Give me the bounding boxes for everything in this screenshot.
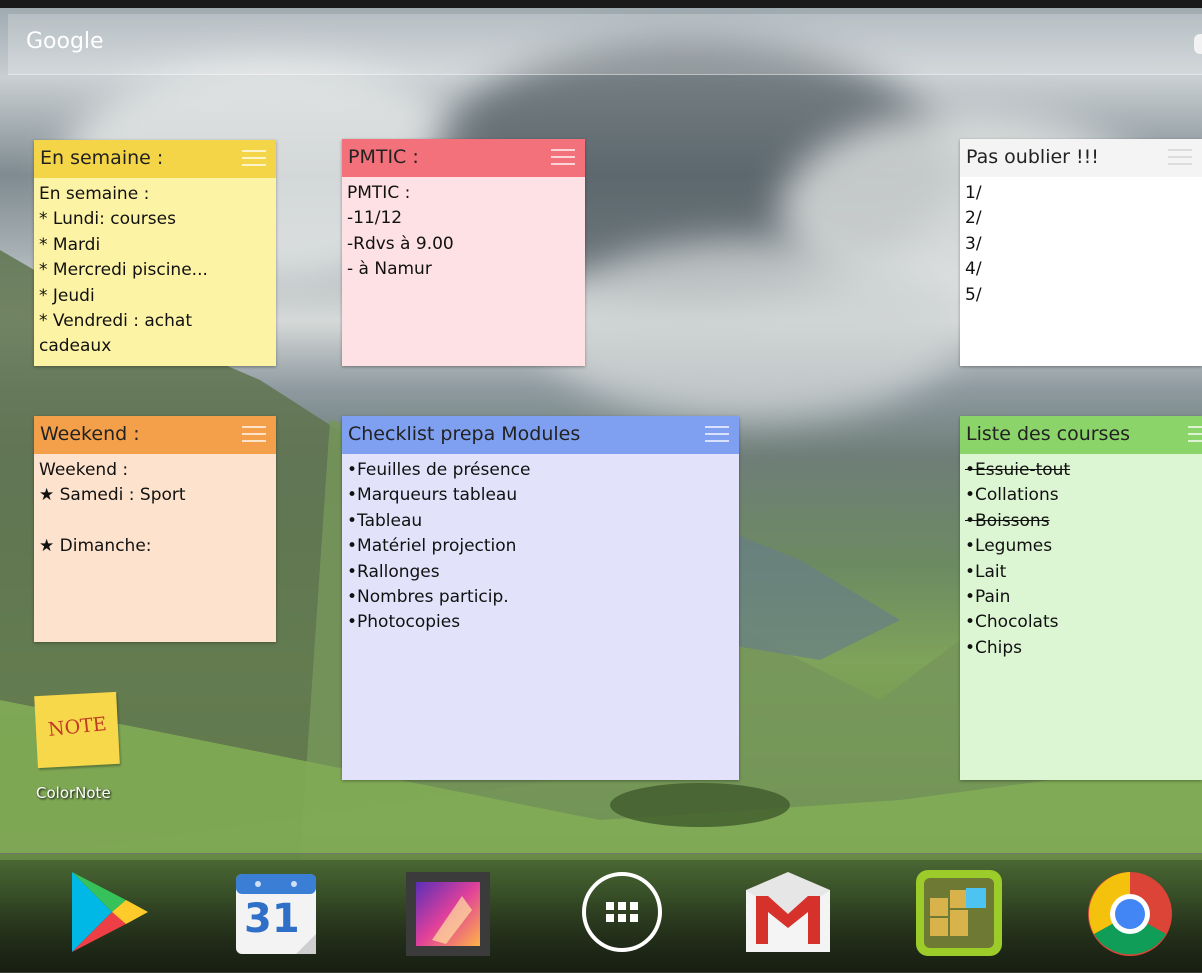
- note-line: 1/: [965, 183, 982, 203]
- status-bar: [0, 0, 1202, 8]
- menu-icon[interactable]: [242, 426, 266, 444]
- note-line: * Vendredi : achat: [39, 311, 192, 332]
- app-drawer-icon[interactable]: [576, 866, 668, 958]
- mic-icon[interactable]: [1194, 34, 1202, 54]
- note-widget-semaine[interactable]: En semaine : En semaine : * Lundi: cours…: [34, 140, 276, 366]
- note-body: PMTIC : -11/12 -Rdvs à 9.00 - à Namur: [347, 181, 581, 283]
- colornote-app-icon[interactable]: NOTE: [34, 691, 120, 769]
- note-line: 2/: [965, 208, 982, 229]
- note-header: Weekend :: [34, 416, 276, 454]
- gmail-icon[interactable]: [742, 866, 834, 958]
- checklist-item: •Nombres particip.: [347, 587, 509, 608]
- checklist-item: •Chocolats: [965, 612, 1059, 633]
- checklist-item: •Matériel projection: [347, 536, 517, 557]
- note-body: •Feuilles de présence •Marqueurs tableau…: [347, 458, 735, 636]
- note-body: •Essuie-tout •Collations •Boissons •Legu…: [965, 458, 1198, 661]
- note-widget-checklist[interactable]: Checklist prepa Modules •Feuilles de pré…: [342, 416, 739, 780]
- note-line: - à Namur: [347, 259, 432, 280]
- note-title: Weekend :: [40, 423, 140, 445]
- google-search-bar[interactable]: Google: [8, 14, 1202, 75]
- checklist-item-done: •Essuie-tout: [965, 460, 1071, 480]
- menu-icon[interactable]: [551, 149, 575, 167]
- note-line: En semaine :: [39, 184, 150, 204]
- note-widget-courses[interactable]: Liste des courses •Essuie-tout •Collatio…: [960, 416, 1202, 780]
- note-title: Liste des courses: [966, 423, 1131, 445]
- checklist-item-done: •Boissons: [965, 510, 1050, 531]
- note-line: 3/: [965, 233, 982, 254]
- checklist-item: •Lait: [965, 561, 1007, 582]
- checklist-item: •Collations: [965, 485, 1059, 506]
- note-widget-pas-oublier[interactable]: Pas oublier !!! 1/ 2/ 3/ 4/ 5/: [960, 139, 1202, 366]
- note-line: ★ Samedi : Sport: [39, 485, 186, 506]
- note-line: -11/12: [347, 208, 403, 229]
- note-line: 5/: [965, 284, 982, 305]
- checklist-item: •Marqueurs tableau: [347, 485, 518, 506]
- checklist-item: •Tableau: [347, 510, 423, 531]
- calendar-day: 31: [244, 896, 300, 942]
- note-line: Weekend :: [39, 460, 129, 480]
- note-widget-weekend[interactable]: Weekend : Weekend : ★ Samedi : Sport ★ D…: [34, 416, 276, 642]
- note-line: PMTIC :: [347, 183, 411, 203]
- note-header: PMTIC :: [342, 139, 585, 177]
- checklist-item: •Photocopies: [347, 612, 461, 633]
- menu-icon[interactable]: [242, 150, 266, 168]
- google-logo: Google: [26, 29, 104, 54]
- play-store-icon[interactable]: [62, 866, 154, 958]
- menu-icon[interactable]: [705, 426, 729, 444]
- note-line: -Rdvs à 9.00: [347, 233, 454, 254]
- checklist-item: •Chips: [965, 637, 1023, 658]
- note-line: cadeaux: [39, 336, 112, 357]
- note-header: Pas oublier !!!: [960, 139, 1202, 177]
- note-widget-pmtic[interactable]: PMTIC : PMTIC : -11/12 -Rdvs à 9.00 - à …: [342, 139, 585, 366]
- note-header: Checklist prepa Modules: [342, 416, 739, 454]
- checklist-item: •Legumes: [965, 536, 1053, 557]
- note-title: PMTIC :: [348, 146, 419, 168]
- note-line: * Lundi: courses: [39, 209, 176, 230]
- app-label[interactable]: ColorNote: [36, 784, 111, 802]
- chrome-icon[interactable]: [1084, 866, 1176, 958]
- calendar-icon[interactable]: 31: [230, 866, 322, 958]
- note-header: En semaine :: [34, 140, 276, 178]
- note-title: Checklist prepa Modules: [348, 423, 581, 445]
- menu-icon[interactable]: [1168, 149, 1192, 167]
- checklist-item: •Pain: [965, 587, 1011, 608]
- gallery-icon[interactable]: [402, 866, 494, 958]
- note-line: * Mardi: [39, 234, 101, 255]
- note-body: En semaine : * Lundi: courses * Mardi * …: [39, 182, 272, 360]
- menu-icon[interactable]: [1188, 426, 1202, 444]
- note-body: Weekend : ★ Samedi : Sport ★ Dimanche:: [39, 458, 272, 559]
- note-title: Pas oublier !!!: [966, 146, 1099, 168]
- note-title: En semaine :: [40, 147, 164, 169]
- note-line: * Jeudi: [39, 285, 95, 306]
- checklist-item: •Feuilles de présence: [347, 460, 531, 480]
- note-line: [39, 509, 272, 534]
- note-line: 4/: [965, 259, 982, 280]
- checklist-item: •Rallonges: [347, 561, 440, 582]
- note-body: 1/ 2/ 3/ 4/ 5/: [965, 181, 1198, 308]
- dock: 31: [0, 853, 1202, 973]
- puzzle-game-icon[interactable]: [914, 866, 1006, 958]
- note-line: ★ Dimanche:: [39, 535, 152, 556]
- note-header: Liste des courses: [960, 416, 1202, 454]
- note-line: * Mercredi piscine...: [39, 260, 208, 281]
